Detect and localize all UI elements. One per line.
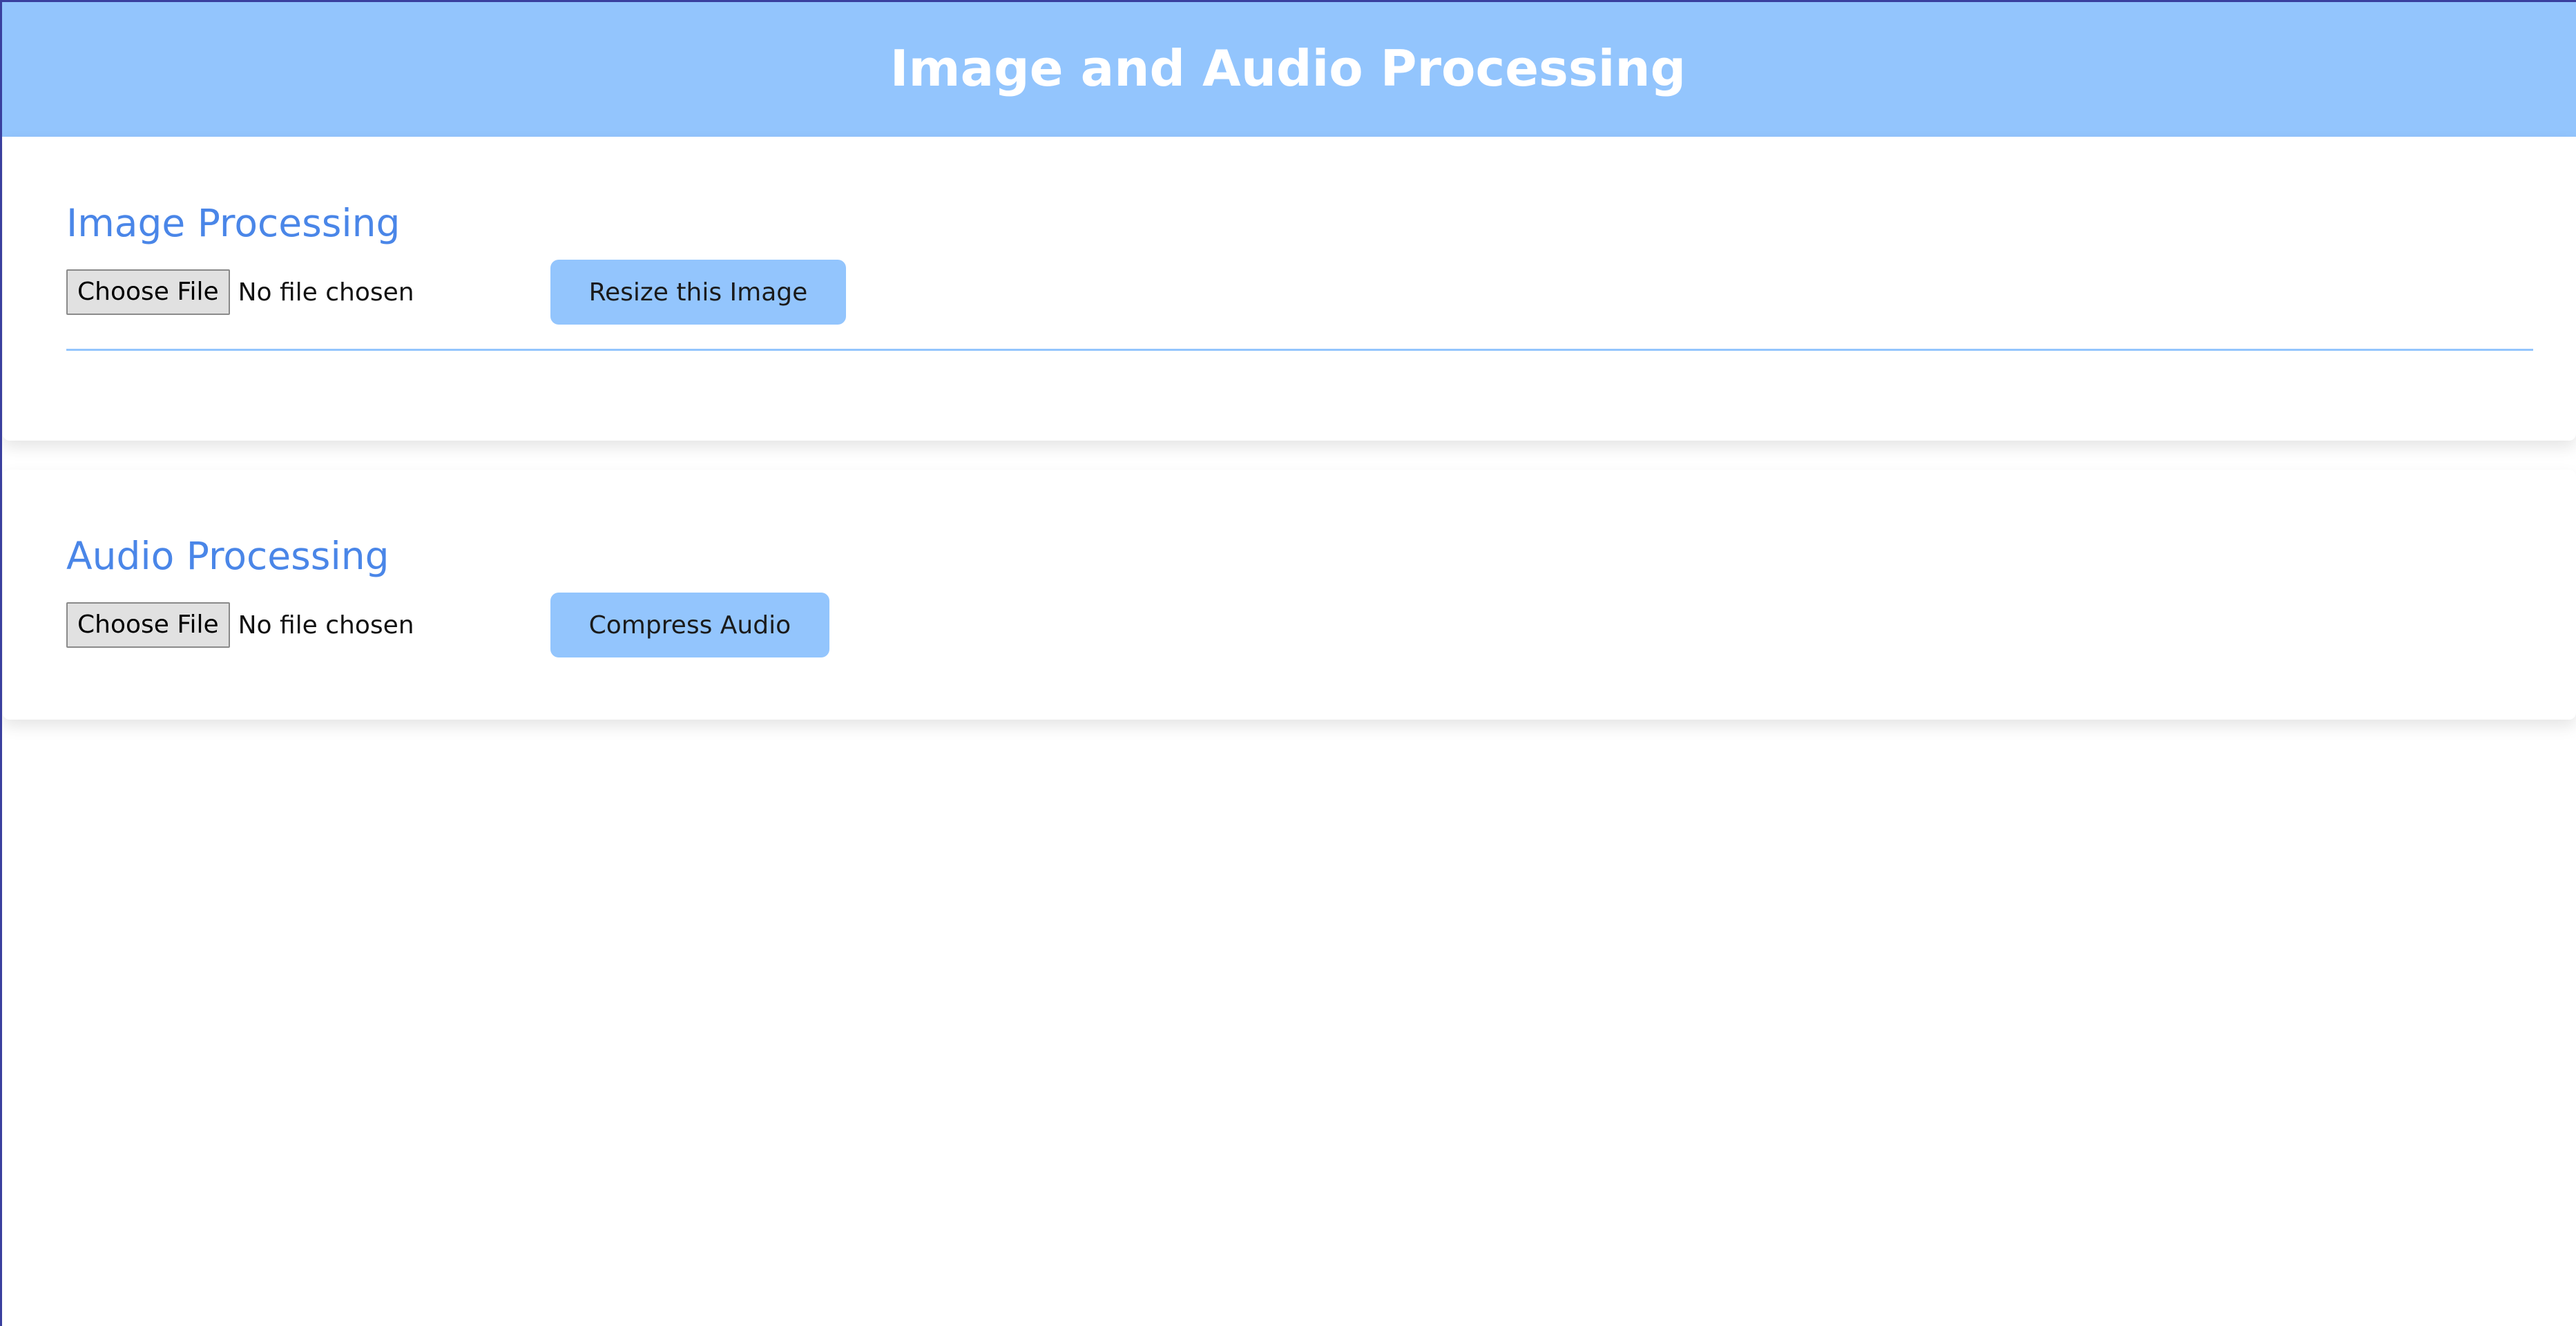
image-choose-file-button[interactable]: Choose File [66, 269, 230, 315]
audio-processing-title: Audio Processing [66, 534, 390, 578]
page-header: Image and Audio Processing [0, 0, 2576, 137]
image-section-divider [66, 349, 2533, 351]
window-left-border [0, 0, 2, 1326]
window-top-border [0, 0, 2576, 2]
image-processing-card: Image Processing Choose File No file cho… [3, 137, 2576, 441]
compress-audio-button[interactable]: Compress Audio [550, 593, 830, 657]
page-title: Image and Audio Processing [890, 39, 1686, 97]
image-file-status: No file chosen [238, 278, 414, 307]
image-processing-title: Image Processing [66, 201, 401, 245]
audio-upload-row: Choose File No file chosen Compress Audi… [66, 593, 830, 657]
resize-image-button[interactable]: Resize this Image [550, 260, 847, 325]
audio-choose-file-button[interactable]: Choose File [66, 602, 230, 648]
audio-processing-card: Audio Processing Choose File No file cho… [3, 470, 2576, 720]
audio-file-status: No file chosen [238, 611, 414, 640]
image-upload-row: Choose File No file chosen Resize this I… [66, 260, 847, 325]
